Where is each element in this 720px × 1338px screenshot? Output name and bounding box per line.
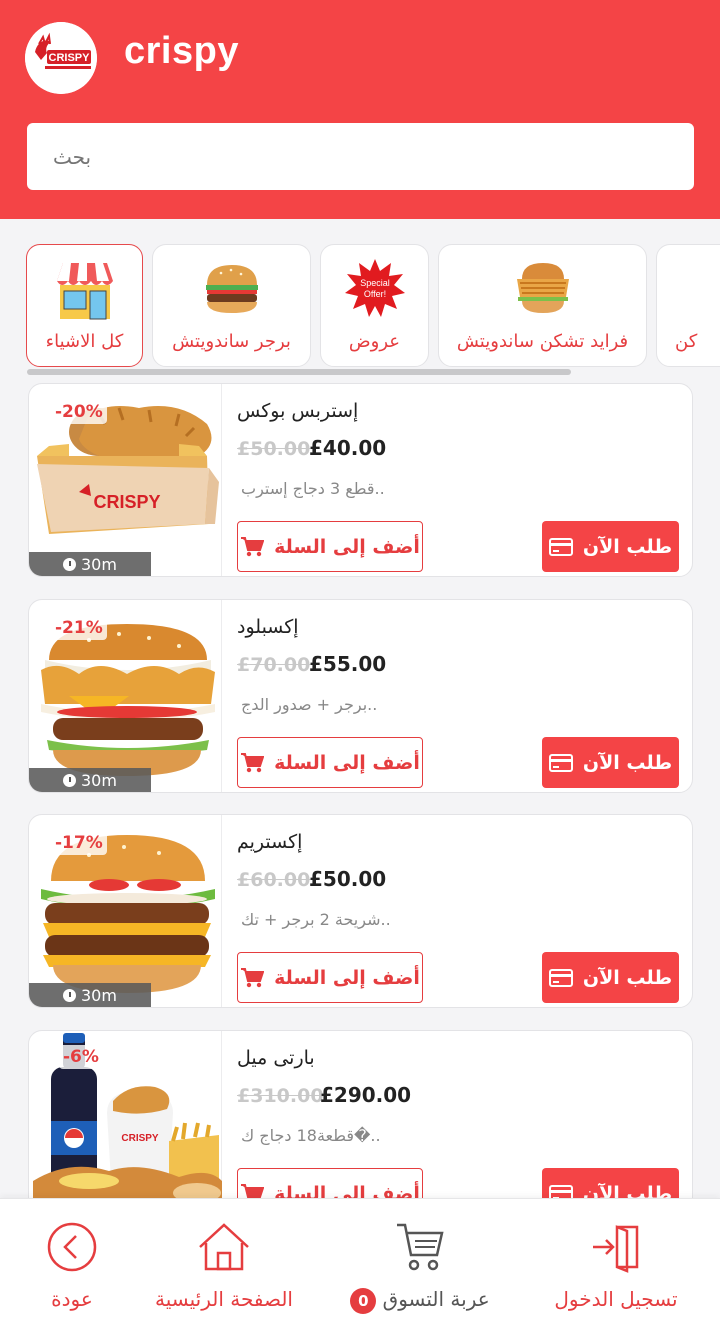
order-now-label: طلب الآن: [582, 535, 673, 558]
discount-badge: -20%: [51, 400, 107, 424]
clock-icon: [63, 558, 76, 571]
old-price: £50.00: [237, 438, 311, 460]
svg-text:CRISPY: CRISPY: [121, 1133, 159, 1144]
product-description: ..�قطعة18 دجاج ك: [241, 1126, 381, 1145]
order-now-button[interactable]: طلب الآن: [542, 737, 679, 788]
price: £290.00: [320, 1083, 412, 1107]
clock-icon: [63, 989, 76, 1002]
discount-badge: -6%: [59, 1045, 103, 1069]
product-description: ..قطع 3 دجاج إسترب: [241, 479, 385, 498]
chicken-sandwich-icon: [516, 263, 569, 313]
crispy-logo[interactable]: CRISPY: [25, 22, 97, 94]
nav-back-label: عودة: [51, 1287, 93, 1311]
cart-icon: [241, 752, 265, 772]
nav-cart-label: عربة التسوق 0: [340, 1287, 500, 1314]
prep-time: 30m: [81, 985, 117, 1005]
price: £50.00: [309, 867, 387, 891]
nav-home[interactable]: الصفحة الرئيسية: [144, 1199, 304, 1338]
prep-time-badge: 30m: [29, 552, 151, 576]
old-price: £310.00: [237, 1085, 324, 1107]
order-now-label: طلب الآن: [582, 966, 673, 989]
bottom-navigation: عودة الصفحة الرئيسية عربة التسوق 0 تسجيل…: [0, 1198, 720, 1338]
product-image[interactable]: CRISPY -6%: [29, 1031, 222, 1223]
credit-card-icon: [548, 537, 573, 556]
category-label: فرايد تشكن ساندويتش: [456, 331, 629, 352]
add-to-cart-button[interactable]: أضف إلى السلة: [237, 521, 423, 572]
svg-text:CRISPY: CRISPY: [49, 52, 91, 64]
search-input[interactable]: [27, 123, 694, 190]
product-name[interactable]: إكستريم: [237, 831, 302, 853]
home-icon: [199, 1223, 249, 1271]
category-label: عروض: [348, 331, 401, 352]
login-icon: [593, 1225, 639, 1273]
product-card[interactable]: -17% 30m إكستريم £60.00 £50.00 ..شريحة 2…: [28, 814, 693, 1008]
category-label: كل الاشياء: [45, 331, 124, 352]
category-burger[interactable]: برجر ساندويتش: [152, 244, 311, 367]
add-to-cart-label: أضف إلى السلة: [274, 535, 420, 558]
old-price: £70.00: [237, 654, 311, 676]
search-bar[interactable]: [27, 123, 694, 190]
burger-icon: [205, 265, 258, 313]
category-all[interactable]: كل الاشياء: [26, 244, 143, 367]
order-now-button[interactable]: طلب الآن: [542, 952, 679, 1003]
product-image[interactable]: -21% 30m: [29, 600, 222, 792]
product-name[interactable]: إستربس بوكس: [237, 400, 358, 422]
category-chicken-sandwich[interactable]: فرايد تشكن ساندويتش: [438, 244, 647, 367]
category-more[interactable]: كن: [656, 244, 720, 367]
category-scrollbar[interactable]: [27, 369, 571, 375]
category-label: كن: [675, 331, 698, 352]
order-now-label: طلب الآن: [582, 751, 673, 774]
nav-home-label: الصفحة الرئيسية: [155, 1287, 293, 1311]
prep-time: 30m: [81, 554, 117, 574]
old-price: £60.00: [237, 869, 311, 891]
app-title: crispy: [124, 30, 239, 72]
product-card[interactable]: CRISPY -6% بارتى ميل £310.00 £290.00 ..�…: [28, 1030, 693, 1224]
product-description: ..شريحة 2 برجر + تك: [241, 910, 391, 929]
store-icon: [56, 263, 113, 320]
discount-badge: -21%: [51, 616, 107, 640]
shopping-cart-icon: [397, 1223, 444, 1271]
product-card[interactable]: -21% 30m إكسبلود £70.00 £55.00 ..برجر + …: [28, 599, 693, 793]
product-description: ..برجر + صدور الدج: [241, 695, 378, 714]
svg-text:CRISPY: CRISPY: [93, 492, 160, 512]
category-label: برجر ساندويتش: [172, 331, 291, 352]
prep-time: 30m: [81, 770, 117, 790]
cart-icon: [241, 967, 265, 987]
nav-login[interactable]: تسجيل الدخول: [536, 1199, 696, 1338]
svg-text:Special: Special: [360, 278, 390, 288]
prep-time-badge: 30m: [29, 983, 151, 1007]
credit-card-icon: [548, 753, 573, 772]
category-offers[interactable]: Special Offer! عروض: [320, 244, 429, 367]
svg-text:Offer!: Offer!: [363, 289, 385, 299]
add-to-cart-button[interactable]: أضف إلى السلة: [237, 737, 423, 788]
cart-count-badge: 0: [350, 1287, 377, 1314]
cart-icon: [241, 536, 265, 556]
back-arrow-icon: [47, 1222, 97, 1272]
add-to-cart-label: أضف إلى السلة: [274, 966, 420, 989]
party-meal-image: CRISPY: [33, 1033, 222, 1223]
discount-badge: -17%: [51, 831, 107, 855]
special-offer-icon: Special Offer!: [344, 259, 405, 317]
nav-login-label: تسجيل الدخول: [554, 1287, 678, 1311]
credit-card-icon: [548, 968, 573, 987]
add-to-cart-label: أضف إلى السلة: [274, 751, 420, 774]
price: £40.00: [309, 436, 387, 460]
product-image[interactable]: -17% 30m: [29, 815, 222, 1007]
product-card[interactable]: CRISPY -20% 30m إستربس بوكس £50.00 £40.0…: [28, 383, 693, 577]
add-to-cart-button[interactable]: أضف إلى السلة: [237, 952, 423, 1003]
product-name[interactable]: بارتى ميل: [237, 1047, 315, 1069]
nav-cart[interactable]: عربة التسوق 0: [340, 1199, 500, 1338]
app-header: CRISPY crispy: [0, 0, 720, 219]
order-now-button[interactable]: طلب الآن: [542, 521, 679, 572]
prep-time-badge: 30m: [29, 768, 151, 792]
product-image[interactable]: CRISPY -20% 30m: [29, 384, 222, 576]
cart-label-text: عربة التسوق: [382, 1287, 490, 1311]
category-strip[interactable]: كل الاشياء برجر ساندويتش Special Offer! …: [0, 244, 720, 369]
nav-back[interactable]: عودة: [20, 1199, 124, 1338]
clock-icon: [63, 774, 76, 787]
product-name[interactable]: إكسبلود: [237, 616, 299, 638]
price: £55.00: [309, 652, 387, 676]
